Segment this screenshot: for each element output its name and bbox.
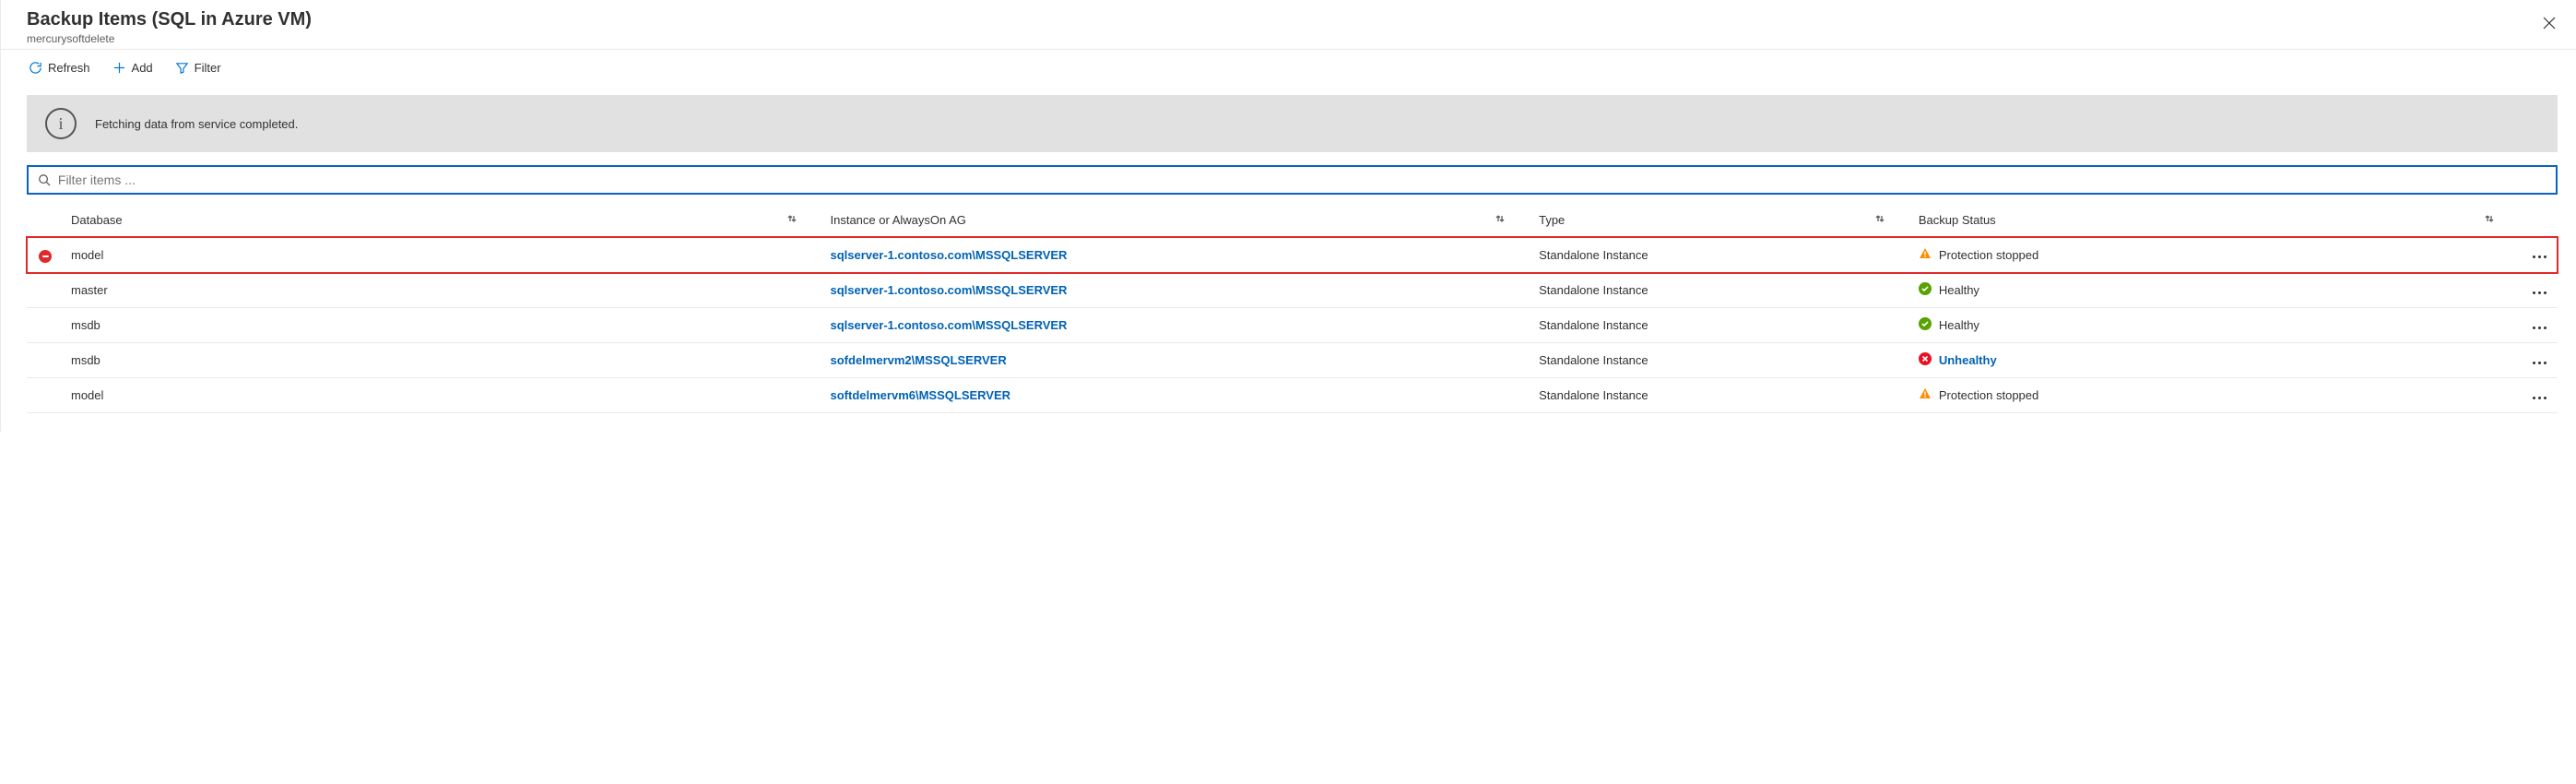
toolbar: Refresh Add Filter xyxy=(1,50,2576,86)
add-button[interactable]: Add xyxy=(107,57,159,78)
instance-link[interactable]: sqlserver-1.contoso.com\MSSQLSERVER xyxy=(831,283,1068,297)
row-leading-icon xyxy=(27,308,64,343)
cell-database: model xyxy=(64,237,823,273)
blade-header: Backup Items (SQL in Azure VM) mercuryso… xyxy=(1,0,2576,50)
status-text: Unhealthy xyxy=(1939,353,1997,367)
close-icon xyxy=(2543,17,2556,30)
info-message: Fetching data from service completed. xyxy=(95,117,298,131)
instance-link[interactable]: softdelmervm6\MSSQLSERVER xyxy=(831,388,1011,402)
status-icon xyxy=(1919,317,1932,333)
cell-status: Unhealthy xyxy=(1911,343,2521,378)
row-leading-icon xyxy=(27,343,64,378)
sort-icon xyxy=(1874,213,1885,227)
cell-status: Protection stopped xyxy=(1911,378,2521,413)
row-leading-icon xyxy=(27,237,64,273)
instance-link[interactable]: sqlserver-1.contoso.com\MSSQLSERVER xyxy=(831,248,1068,262)
stop-icon xyxy=(39,250,52,263)
row-actions-button[interactable] xyxy=(2529,252,2550,262)
status-icon xyxy=(1919,387,1932,403)
refresh-icon xyxy=(29,61,42,75)
status-text: Protection stopped xyxy=(1939,388,2038,402)
table-row[interactable]: master sqlserver-1.contoso.com\MSSQLSERVE… xyxy=(27,273,2558,308)
cell-instance[interactable]: softdelmervm6\MSSQLSERVER xyxy=(823,378,1532,413)
info-bar: i Fetching data from service completed. xyxy=(27,95,2558,152)
sort-icon xyxy=(786,213,798,227)
close-button[interactable] xyxy=(2537,11,2561,38)
filter-box[interactable] xyxy=(27,165,2558,195)
status-icon xyxy=(1919,282,1932,298)
sort-icon xyxy=(2484,213,2495,227)
col-instance[interactable]: Instance or AlwaysOn AG xyxy=(823,204,1532,237)
cell-type: Standalone Instance xyxy=(1531,273,1911,308)
refresh-label: Refresh xyxy=(48,61,90,75)
cell-database: msdb xyxy=(64,343,823,378)
table-row[interactable]: msdb sqlserver-1.contoso.com\MSSQLSERVER S… xyxy=(27,308,2558,343)
status-icon xyxy=(1919,352,1932,368)
refresh-button[interactable]: Refresh xyxy=(23,57,96,78)
cell-database: model xyxy=(64,378,823,413)
filter-label: Filter xyxy=(195,61,221,75)
filter-button[interactable]: Filter xyxy=(170,57,227,78)
cell-database: master xyxy=(64,273,823,308)
cell-type: Standalone Instance xyxy=(1531,378,1911,413)
backup-items-table: Database Instance or AlwaysOn AG Type Ba… xyxy=(27,204,2558,413)
row-leading-icon xyxy=(27,378,64,413)
cell-status: Healthy xyxy=(1911,308,2521,343)
cell-type: Standalone Instance xyxy=(1531,308,1911,343)
col-database[interactable]: Database xyxy=(64,204,823,237)
cell-status: Protection stopped xyxy=(1911,237,2521,273)
cell-instance[interactable]: sqlserver-1.contoso.com\MSSQLSERVER xyxy=(823,237,1532,273)
row-leading-icon xyxy=(27,273,64,308)
cell-type: Standalone Instance xyxy=(1531,237,1911,273)
add-label: Add xyxy=(132,61,153,75)
cell-type: Standalone Instance xyxy=(1531,343,1911,378)
cell-database: msdb xyxy=(64,308,823,343)
cell-instance[interactable]: sqlserver-1.contoso.com\MSSQLSERVER xyxy=(823,273,1532,308)
status-text: Healthy xyxy=(1939,318,1979,332)
table-row[interactable]: msdb sofdelmervm2\MSSQLSERVER Standalone I… xyxy=(27,343,2558,378)
col-type[interactable]: Type xyxy=(1531,204,1911,237)
status-icon xyxy=(1919,247,1932,263)
row-actions-button[interactable] xyxy=(2529,323,2550,333)
plus-icon xyxy=(112,61,126,75)
sort-icon xyxy=(1495,213,1506,227)
search-icon xyxy=(38,173,51,186)
col-status[interactable]: Backup Status xyxy=(1911,204,2521,237)
instance-link[interactable]: sqlserver-1.contoso.com\MSSQLSERVER xyxy=(831,318,1068,332)
row-actions-button[interactable] xyxy=(2529,288,2550,298)
page-subtitle: mercurysoftdelete xyxy=(27,32,2558,45)
cell-instance[interactable]: sofdelmervm2\MSSQLSERVER xyxy=(823,343,1532,378)
filter-input[interactable] xyxy=(56,172,2546,188)
status-text: Healthy xyxy=(1939,283,1979,297)
status-text: Protection stopped xyxy=(1939,248,2038,262)
cell-instance[interactable]: sqlserver-1.contoso.com\MSSQLSERVER xyxy=(823,308,1532,343)
row-actions-button[interactable] xyxy=(2529,393,2550,403)
row-actions-button[interactable] xyxy=(2529,358,2550,368)
table-row[interactable]: model softdelmervm6\MSSQLSERVER Standalone… xyxy=(27,378,2558,413)
page-title: Backup Items (SQL in Azure VM) xyxy=(27,9,2558,30)
funnel-icon xyxy=(175,61,189,75)
cell-status: Healthy xyxy=(1911,273,2521,308)
info-icon: i xyxy=(45,108,77,139)
instance-link[interactable]: sofdelmervm2\MSSQLSERVER xyxy=(831,353,1007,367)
table-row[interactable]: model sqlserver-1.contoso.com\MSSQLSERVER… xyxy=(27,237,2558,273)
